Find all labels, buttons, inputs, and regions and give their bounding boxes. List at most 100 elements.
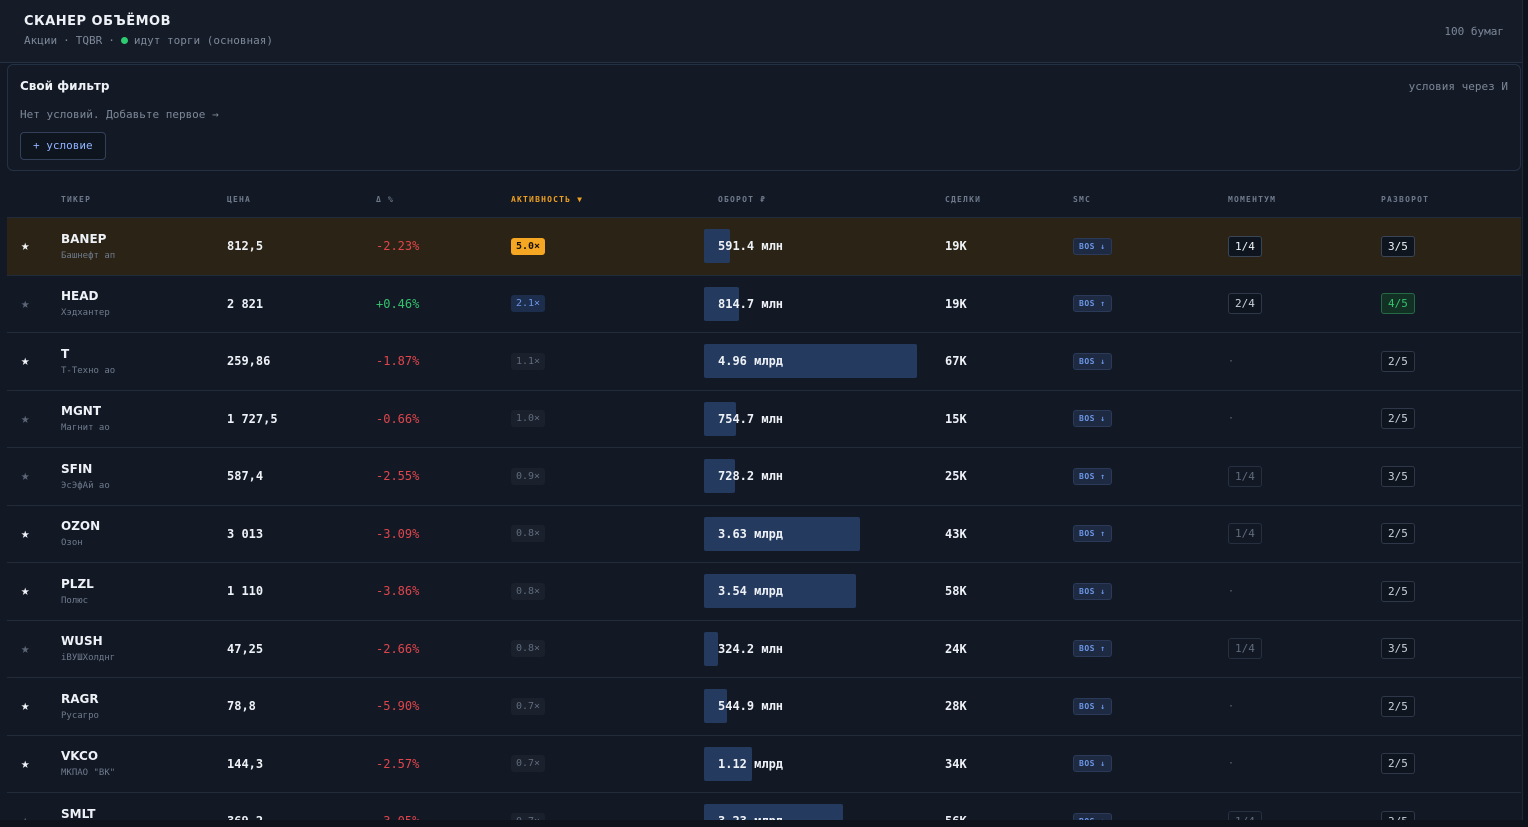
trading-status: идут торги (основная) [133,34,273,47]
turnover-cell: 814.7 млн [704,276,934,332]
price-value: 78,8 [227,699,256,713]
reversal-cell: 3/5 [1381,448,1415,504]
smc-badge: BOS ↑ [1073,295,1112,312]
reversal-cell: 3/5 [1381,621,1415,677]
deals-value: 34K [945,756,967,771]
star-icon[interactable]: ★ [21,391,29,447]
momentum-score: · [1228,700,1235,712]
separator: · [63,34,70,47]
deals-value: 43K [945,526,967,541]
table-row[interactable]: ★ RAGR Русагро 78,8 -5.90% 0.7× 544.9 мл… [7,677,1521,735]
table-row[interactable]: ★ SFIN ЭсЭфАй ао 587,4 -2.55% 0.9× 728.2… [7,447,1521,505]
change-value: -3.09% [376,526,420,541]
security-name: Магнит ао [61,423,110,433]
market-subtitle: Акции · TQBR · идут торги (основная) [24,34,273,47]
table-row[interactable]: ★ T Т-Техно ао 259,86 -1.87% 1.1× 4.96 м… [7,332,1521,390]
reversal-score: 2/5 [1381,753,1415,774]
reversal-cell: 2/5 [1381,678,1415,734]
momentum-cell: 1/4 [1228,218,1262,274]
momentum-cell: 1/4 [1228,621,1262,677]
table-row[interactable]: ★ WUSH iВУШХолднг 47,25 -2.66% 0.8× 324.… [7,619,1521,678]
deals-value: 58K [945,584,967,598]
star-icon[interactable]: ★ [21,736,29,792]
table-row[interactable]: ★ VKCO МКПАО "ВК" 144,3 -2.57% 0.7× 1.12… [7,734,1521,793]
turnover-cell: 3.63 млрд [704,506,934,562]
star-icon[interactable]: ★ [21,793,29,820]
header: СКАНЕР ОБЪЁМОВ Акции · TQBR · идут торги… [0,0,1522,63]
deals-value: 19K [945,296,967,311]
turnover-cell: 4.96 млрд [704,333,934,389]
ticker-cell: SFIN ЭсЭфАй ао [61,448,110,504]
change-value: -3.05% [376,793,419,820]
star-icon[interactable]: ★ [21,218,29,274]
smc-cell: BOS ↓ [1073,218,1112,274]
activity-cell: 2.1× [511,276,546,332]
column-turnover[interactable]: ОБОРОТ ₽ [718,195,766,204]
deals-value: 67K [945,354,967,368]
momentum-cell: 1/4 [1228,793,1262,820]
security-name: Т-Техно ао [61,365,116,376]
momentum-cell: · [1228,563,1234,619]
star-icon[interactable]: ★ [21,678,29,734]
change-value: -2.57% [376,756,420,771]
security-name: Полюс [61,595,89,606]
momentum-score: 1/4 [1228,235,1262,257]
turnover-bar [704,631,718,666]
turnover-cell: 544.9 млн [704,678,934,734]
activity-badge: 0.8× [511,640,546,657]
star-icon[interactable]: ★ [21,276,29,332]
star-icon[interactable]: ★ [21,563,29,619]
table-row[interactable]: ★ BANEP Башнефт ап 812,5 -2.23% 5.0× 591… [7,217,1521,275]
reversal-score: 4/5 [1381,293,1415,314]
star-icon[interactable]: ★ [21,333,29,389]
smc-badge: BOS ↑ [1073,640,1112,657]
momentum-cell: · [1228,678,1234,734]
deals-value: 24K [945,641,967,656]
column-change[interactable]: Δ % [376,195,394,204]
activity-cell: 0.7× [511,736,546,792]
deals-value: 56K [945,793,967,820]
column-price[interactable]: ЦЕНА [227,195,251,204]
activity-cell: 1.0× [511,391,546,447]
activity-badge: 0.8× [511,525,546,542]
star-icon[interactable]: ★ [21,621,29,677]
table-row[interactable]: ★ PLZL Полюс 1 110 -3.86% 0.8× 3.54 млрд… [7,562,1521,620]
activity-cell: 0.8× [511,621,546,677]
market-label: Акции [24,34,58,47]
smc-cell: BOS ↑ [1073,793,1112,820]
column-ticker[interactable]: ТИКЕР [61,195,91,204]
ticker-symbol: SMLT [61,806,96,821]
table-row[interactable]: ★ SMLT Самолет ао 369,2 -3.05% 0.7× 3.23… [7,792,1521,820]
ticker-symbol: WUSH [61,634,103,648]
reversal-score: 2/5 [1381,408,1415,429]
table-row[interactable]: ★ HEAD Хэдхантер 2 821 +0.46% 2.1× 814.7… [7,274,1521,333]
smc-badge: BOS ↓ [1073,697,1112,715]
column-deals[interactable]: СДЕЛКИ [945,195,981,204]
deals-value: 25K [945,469,967,483]
star-icon[interactable]: ★ [21,506,29,562]
column-activity[interactable]: АКТИВНОСТЬ ▼ [511,195,583,204]
separator: · [108,34,115,47]
volume-scanner-app: СКАНЕР ОБЪЁМОВ Акции · TQBR · идут торги… [0,0,1523,820]
column-reversal[interactable]: РАЗВОРОТ [1381,195,1429,204]
activity-badge: 0.9× [511,467,546,485]
ticker-symbol: MGNT [61,404,102,418]
table-row[interactable]: ★ OZON Озон 3 013 -3.09% 0.8× 3.63 млрд … [7,504,1521,563]
smc-badge: BOS ↑ [1073,525,1112,542]
star-icon[interactable]: ★ [21,448,29,504]
momentum-score: 1/4 [1228,523,1262,544]
reversal-cell: 3/5 [1381,218,1415,274]
add-condition-button[interactable]: + условие [20,132,106,160]
column-smc[interactable]: SMC [1073,195,1091,204]
activity-cell: 0.8× [511,506,546,562]
activity-badge: 0.7× [511,697,546,715]
activity-badge: 0.8× [511,582,546,600]
smc-badge: BOS ↓ [1073,410,1112,427]
table-row[interactable]: ★ MGNT Магнит ао 1 727,5 -0.66% 1.0× 754… [7,389,1521,448]
ticker-symbol: VKCO [61,749,99,763]
price-value: 587,4 [227,469,264,483]
smc-cell: BOS ↑ [1073,621,1112,677]
page-title: СКАНЕР ОБЪЁМОВ [24,14,171,29]
turnover-value: 3.63 млрд [718,526,784,541]
column-momentum[interactable]: МОМЕНТУМ [1228,195,1276,204]
